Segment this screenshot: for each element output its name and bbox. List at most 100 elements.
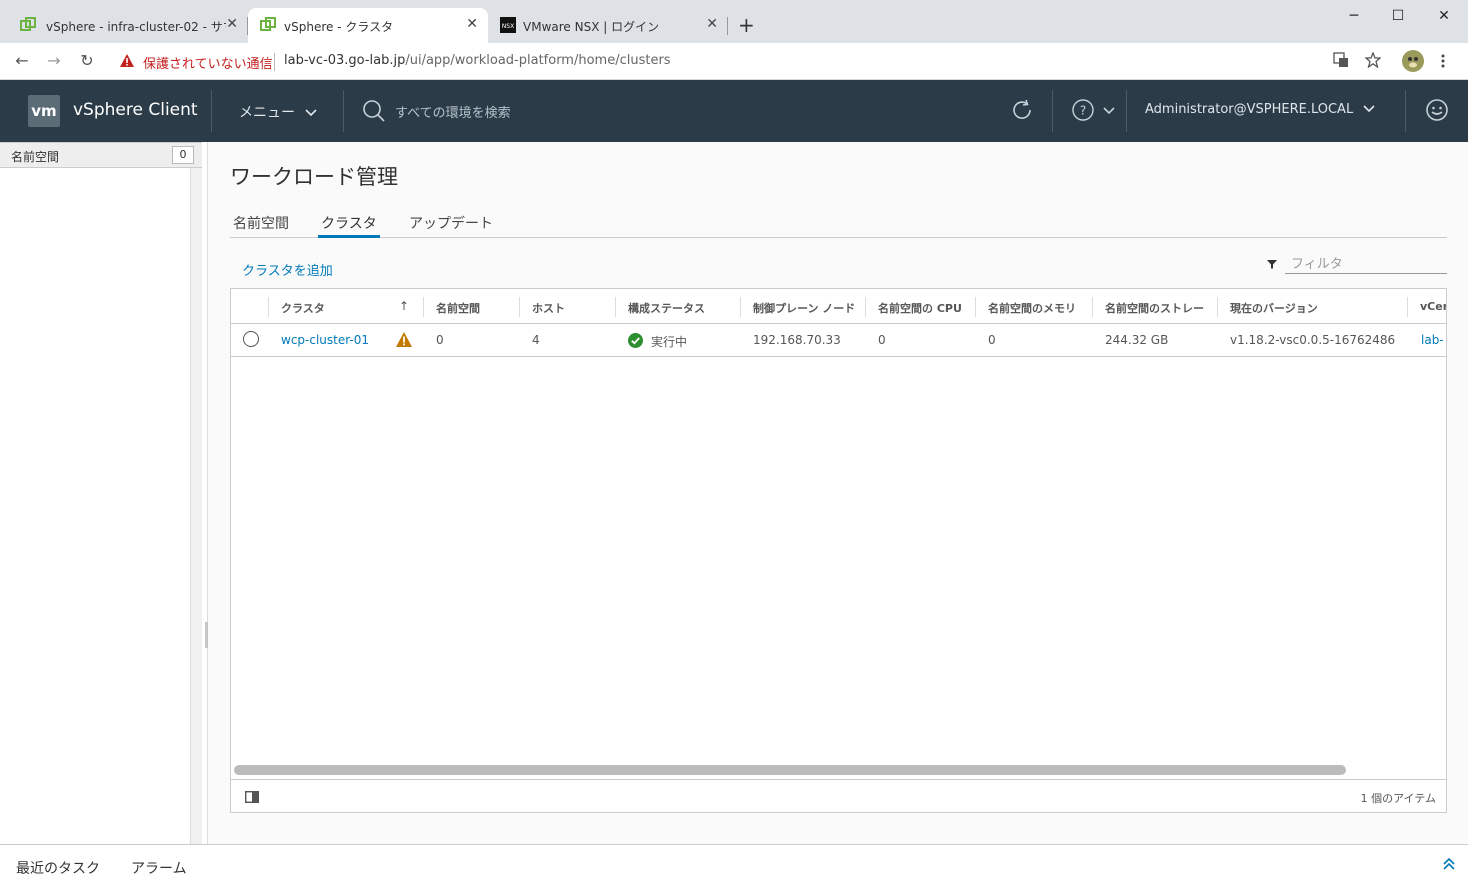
vsphere-icon <box>260 17 276 31</box>
close-window-button[interactable]: ✕ <box>1434 8 1454 24</box>
column-header-version[interactable]: 現在のバージョン <box>1230 300 1318 316</box>
browser-menu-icon[interactable] <box>1440 53 1446 69</box>
cell-storage: 244.32 GB <box>1105 333 1169 347</box>
browser-tab-title: vSphere - infra-cluster-02 - サマリ <box>46 20 226 34</box>
browser-tab-clusters[interactable]: vSphere - クラスタ ✕ <box>248 8 488 43</box>
cell-hosts: 4 <box>532 333 540 347</box>
column-toggle-icon[interactable] <box>245 791 259 803</box>
column-divider[interactable] <box>423 297 424 317</box>
help-glyph: ? <box>1080 104 1086 118</box>
cell-namespaces: 0 <box>436 333 444 347</box>
warning-icon[interactable] <box>396 332 412 347</box>
help-dropdown[interactable]: ? <box>1072 99 1115 125</box>
column-divider[interactable] <box>975 297 976 317</box>
close-tab-icon[interactable]: ✕ <box>466 16 478 32</box>
column-header-memory[interactable]: 名前空間のメモリ <box>988 300 1088 316</box>
header-divider <box>1405 90 1406 132</box>
column-divider[interactable] <box>1407 297 1408 317</box>
vmware-logo[interactable]: vm <box>28 95 60 127</box>
header-divider <box>343 90 344 132</box>
tab-updates[interactable]: アップデート <box>409 213 493 233</box>
header-divider <box>211 90 212 132</box>
close-tab-icon[interactable]: ✕ <box>706 16 718 32</box>
datagrid-header: クラスタ ↑ 名前空間 ホスト 構成ステータス 制御プレーン ノード 名前空間の… <box>231 289 1446 324</box>
column-divider <box>268 297 269 317</box>
namespace-panel-header: 名前空間 0 <box>0 142 202 168</box>
search-icon[interactable] <box>362 99 386 123</box>
column-header-cpu[interactable]: 名前空間の CPU <box>878 300 974 316</box>
back-button[interactable]: ← <box>12 51 32 70</box>
close-tab-icon[interactable]: ✕ <box>226 16 238 32</box>
reload-button[interactable]: ↻ <box>77 51 97 70</box>
column-header-storage[interactable]: 名前空間のストレー <box>1105 300 1215 316</box>
cell-vcenter-link[interactable]: lab- <box>1421 333 1446 347</box>
header-divider <box>1052 90 1053 132</box>
cell-cpu: 0 <box>878 333 886 347</box>
column-divider[interactable] <box>740 297 741 317</box>
column-divider[interactable] <box>865 297 866 317</box>
column-header-vcenter[interactable]: vCer <box>1420 300 1446 313</box>
menu-dropdown[interactable]: メニュー <box>239 102 318 122</box>
add-cluster-link[interactable]: クラスタを追加 <box>242 260 333 279</box>
sort-ascending-icon[interactable]: ↑ <box>399 299 409 313</box>
clusters-datagrid: クラスタ ↑ 名前空間 ホスト 構成ステータス 制御プレーン ノード 名前空間の… <box>230 288 1447 813</box>
warning-icon[interactable] <box>120 54 134 67</box>
url-divider <box>274 53 275 71</box>
refresh-icon[interactable] <box>1010 98 1034 122</box>
column-header-config-status[interactable]: 構成ステータス <box>628 300 705 316</box>
chevron-down-icon <box>305 109 318 117</box>
horizontal-scrollbar[interactable] <box>234 765 1346 775</box>
table-row[interactable]: wcp-cluster-01 0 4 実行中 192.168.70.33 0 0… <box>231 324 1446 357</box>
filter-icon <box>1267 260 1277 269</box>
alarms-tab[interactable]: アラーム <box>131 858 187 878</box>
tab-clusters[interactable]: クラスタ <box>321 213 377 233</box>
browser-tab-nsx[interactable]: NSX VMware NSX | ログイン ✕ <box>488 8 728 43</box>
column-divider[interactable] <box>1092 297 1093 317</box>
expand-panel-icon[interactable] <box>1443 857 1455 871</box>
recent-tasks-tab[interactable]: 最近のタスク <box>16 858 100 878</box>
cluster-name-link[interactable]: wcp-cluster-01 <box>281 333 369 347</box>
translate-icon[interactable] <box>1333 52 1349 68</box>
cell-memory: 0 <box>988 333 996 347</box>
browser-tab-title: VMware NSX | ログイン <box>523 20 660 34</box>
column-divider[interactable] <box>519 297 520 317</box>
column-divider[interactable] <box>615 297 616 317</box>
minimize-button[interactable]: ─ <box>1344 8 1364 24</box>
bottom-panel-bar: 最近のタスク アラーム <box>0 844 1468 881</box>
forward-button[interactable]: → <box>44 51 64 70</box>
column-header-control-plane[interactable]: 制御プレーン ノード <box>753 300 861 316</box>
column-header-hosts[interactable]: ホスト <box>532 300 565 316</box>
header-divider <box>1126 90 1127 132</box>
bookmark-star-icon[interactable] <box>1365 52 1381 68</box>
row-select-radio[interactable] <box>243 331 259 347</box>
success-check-icon <box>628 333 643 348</box>
url-field[interactable]: lab-vc-03.go-lab.jp/ui/app/workload-plat… <box>284 53 671 68</box>
profile-avatar[interactable] <box>1402 50 1424 72</box>
feedback-smiley-icon[interactable] <box>1425 98 1449 122</box>
global-search-input[interactable]: すべての環境を検索 <box>395 102 511 121</box>
browser-tab-title: vSphere - クラスタ <box>284 20 394 34</box>
url-path: /ui/app/workload-platform/home/clusters <box>405 53 671 68</box>
cell-config-status: 実行中 <box>651 335 688 349</box>
column-header-namespaces[interactable]: 名前空間 <box>436 300 480 316</box>
menu-label: メニュー <box>239 105 295 121</box>
vsphere-header: vm vSphere Client メニュー すべての環境を検索 ? Admin… <box>0 80 1468 142</box>
item-count: 1 個のアイテム <box>1360 792 1436 805</box>
main-content: ワークロード管理 名前空間 クラスタ アップデート クラスタを追加 フィルタ ク… <box>208 142 1468 844</box>
new-tab-button[interactable]: + <box>738 15 755 35</box>
user-menu[interactable]: Administrator@VSPHERE.LOCAL <box>1145 102 1375 117</box>
maximize-button[interactable]: ☐ <box>1388 8 1408 24</box>
page-title: ワークロード管理 <box>230 165 398 189</box>
filter-input[interactable]: フィルタ <box>1285 250 1447 274</box>
column-divider[interactable] <box>1217 297 1218 317</box>
vsphere-icon <box>20 17 36 31</box>
browser-tab-infra-cluster[interactable]: vSphere - infra-cluster-02 - サマリ ✕ <box>8 8 248 43</box>
chevron-down-icon <box>1103 107 1115 115</box>
tab-namespaces[interactable]: 名前空間 <box>233 213 289 233</box>
cell-version: v1.18.2-vsc0.0.5-16762486 <box>1230 333 1396 347</box>
column-header-cluster[interactable]: クラスタ <box>281 300 325 316</box>
app-name[interactable]: vSphere Client <box>73 100 198 120</box>
filter-placeholder: フィルタ <box>1291 257 1343 272</box>
security-status[interactable]: 保護されていない通信 <box>143 53 273 72</box>
panel-scrollbar[interactable] <box>190 168 202 844</box>
